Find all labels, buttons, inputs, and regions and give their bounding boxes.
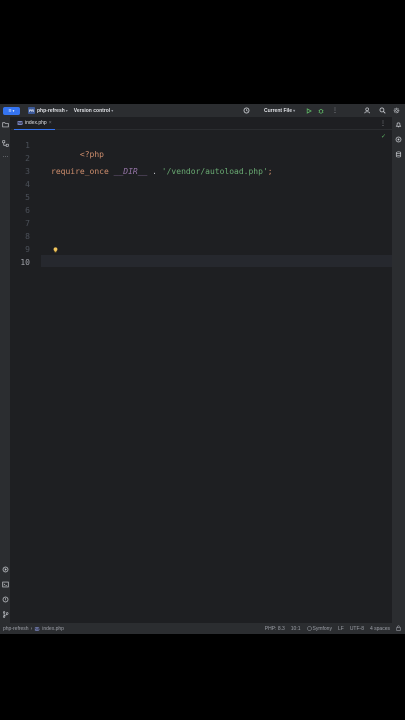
editor-tab-bar: PHP index.php × ⋮ — [11, 117, 392, 130]
chevron-down-icon: ▾ — [111, 108, 114, 113]
title-bar: ≡ ▾ PR php-refresh ▾ Version control ▾ C… — [0, 104, 405, 117]
line-number: 8 — [25, 232, 30, 241]
line-ending-widget[interactable]: LF — [338, 626, 344, 632]
lightbulb-icon[interactable] — [53, 246, 58, 253]
ide-window: ≡ ▾ PR php-refresh ▾ Version control ▾ C… — [0, 104, 405, 634]
line-number: 4 — [25, 180, 30, 189]
services-icon[interactable] — [2, 566, 9, 573]
line-number: 5 — [25, 193, 30, 202]
checkmark-icon: ✓ — [380, 133, 386, 140]
symfony-icon — [306, 626, 312, 631]
main-menu-button[interactable]: ≡ ▾ — [3, 106, 20, 115]
project-badge: PR — [28, 107, 35, 114]
add-user-icon[interactable] — [364, 104, 371, 117]
php-file-icon: PHP — [34, 626, 40, 631]
project-folder-icon[interactable] — [2, 121, 9, 128]
settings-gear-icon[interactable] — [393, 104, 400, 117]
ai-assistant-icon[interactable] — [395, 136, 402, 143]
project-name-button[interactable]: php-refresh — [37, 108, 65, 114]
status-bar: php-refresh › PHP index.php PHP: 8.3 10:… — [0, 623, 405, 634]
line-number: 1 — [25, 141, 30, 150]
run-icon[interactable] — [306, 104, 312, 117]
code-line-3: require_once __DIR__ . '/vendor/autoload… — [51, 167, 273, 176]
search-icon[interactable] — [379, 104, 386, 117]
structure-icon[interactable] — [2, 140, 9, 147]
line-number: 3 — [25, 167, 30, 176]
chevron-down-icon: ▾ — [65, 108, 68, 113]
notifications-bell-icon[interactable] — [395, 121, 402, 128]
left-tool-strip: … — [0, 117, 11, 623]
more-vertical-icon[interactable]: ⋮ — [380, 120, 386, 127]
terminal-icon[interactable] — [2, 581, 9, 588]
php-file-icon: PHP — [17, 121, 23, 125]
database-icon[interactable] — [395, 151, 402, 158]
chevron-down-icon: ▾ — [293, 108, 296, 113]
git-icon[interactable] — [2, 611, 9, 618]
tab-label: index.php — [25, 120, 47, 126]
breadcrumb: php-refresh › PHP index.php — [3, 626, 64, 632]
history-icon[interactable] — [243, 104, 250, 117]
autoload-path-string: '/vendor/autoload.php' — [161, 167, 268, 176]
indent-widget[interactable]: 4 spaces — [370, 626, 390, 632]
breadcrumb-project[interactable]: php-refresh — [3, 626, 29, 632]
cursor-position-widget[interactable]: 10:1 — [291, 626, 301, 632]
line-number: 2 — [25, 154, 30, 163]
framework-widget[interactable]: Symfony — [306, 625, 332, 632]
chevron-down-icon: ▾ — [12, 108, 15, 113]
dir-constant: __DIR__ — [113, 167, 148, 176]
status-widgets: PHP: 8.3 10:1 Symfony LF UTF-8 4 spaces — [265, 623, 401, 634]
lock-icon[interactable] — [396, 625, 401, 633]
tab-index-php[interactable]: PHP index.php × — [14, 117, 55, 130]
require-once-keyword: require_once — [51, 167, 109, 176]
code-line-1: <?php — [51, 141, 104, 168]
close-icon[interactable]: × — [49, 120, 52, 126]
php-open-tag: <?php — [79, 150, 104, 159]
php-version-widget[interactable]: PHP: 8.3 — [265, 626, 285, 632]
semicolon: ; — [267, 167, 273, 176]
hamburger-menu-icon: ≡ — [8, 107, 12, 114]
more-vertical-icon[interactable]: ⋮ — [332, 104, 338, 117]
run-config-selector[interactable]: Current File — [264, 108, 292, 114]
framework-label: Symfony — [312, 625, 332, 632]
problems-icon[interactable] — [2, 596, 9, 603]
chevron-right-icon: › — [30, 625, 33, 632]
debug-icon[interactable] — [318, 104, 324, 117]
encoding-widget[interactable]: UTF-8 — [350, 626, 364, 632]
code-editor[interactable]: 1 2 3 4 5 6 7 8 9 10 <?php require_once … — [11, 131, 392, 623]
line-number-current: 10 — [20, 258, 30, 267]
version-control-button[interactable]: Version control — [74, 108, 110, 114]
line-number: 9 — [25, 245, 30, 254]
more-horizontal-icon[interactable]: … — [2, 153, 9, 160]
breadcrumb-file[interactable]: index.php — [42, 626, 64, 632]
concat-operator: . — [147, 167, 162, 176]
current-line-highlight — [41, 255, 392, 267]
line-number: 7 — [25, 219, 30, 228]
right-tool-strip — [392, 117, 405, 623]
line-number: 6 — [25, 206, 30, 215]
